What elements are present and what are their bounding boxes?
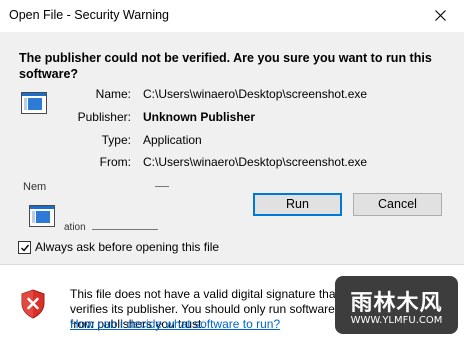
close-icon bbox=[435, 10, 446, 21]
name-value: C:\Users\winaero\Desktop\screenshot.exe bbox=[143, 87, 368, 101]
close-button[interactable] bbox=[418, 0, 464, 32]
publisher-value: Unknown Publisher bbox=[143, 110, 256, 124]
from-label: From: bbox=[99, 155, 131, 169]
type-label: Type: bbox=[101, 133, 131, 147]
program-icon-small bbox=[29, 205, 55, 227]
artifact-text: Nem bbox=[23, 181, 47, 193]
title-bar: Open File - Security Warning bbox=[0, 0, 464, 32]
watermark-text: 雨林木风 bbox=[350, 291, 443, 316]
type-value: Application bbox=[143, 133, 202, 147]
artifact-text: ation bbox=[64, 222, 86, 233]
help-link[interactable]: How can I decide what software to run? bbox=[70, 317, 280, 331]
always-ask-checkbox[interactable] bbox=[18, 241, 31, 254]
shield-error-icon bbox=[21, 289, 45, 319]
artifact-line bbox=[155, 186, 169, 187]
publisher-label: Publisher: bbox=[77, 110, 131, 124]
artifact-line bbox=[92, 229, 158, 230]
name-label: Name: bbox=[95, 87, 131, 101]
watermark: 雨林木风 WWW.YLMFU.COM bbox=[335, 276, 458, 334]
warning-heading: The publisher could not be verified. Are… bbox=[19, 51, 432, 81]
window-title: Open File - Security Warning bbox=[9, 8, 170, 22]
cancel-button[interactable]: Cancel bbox=[353, 193, 442, 216]
from-value: C:\Users\winaero\Desktop\screenshot.exe bbox=[143, 155, 368, 169]
always-ask-label[interactable]: Always ask before opening this file bbox=[35, 240, 219, 254]
run-button[interactable]: Run bbox=[253, 193, 342, 216]
checkmark-icon bbox=[21, 244, 30, 252]
watermark-url: WWW.YLMFU.COM bbox=[350, 315, 443, 326]
